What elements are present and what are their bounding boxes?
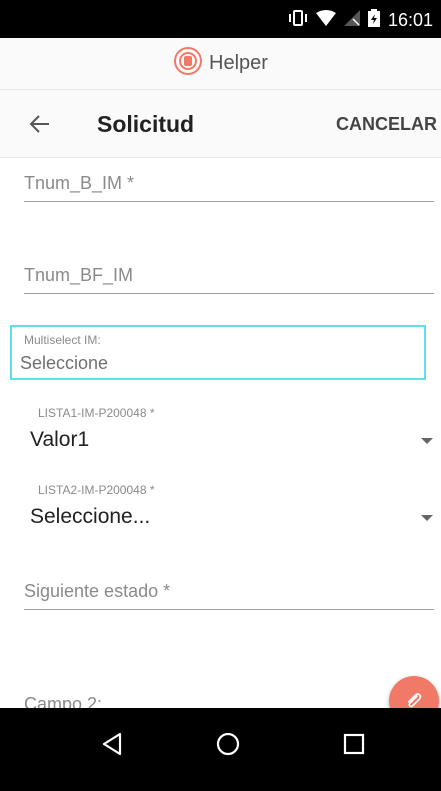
nav-recents-button[interactable] [334, 724, 374, 764]
nav-home-button[interactable] [208, 724, 248, 764]
lista2-label: LISTA2-IM-P200048 * [38, 483, 155, 497]
siguiente-estado-field[interactable]: Siguiente estado * [24, 566, 434, 610]
campo2-field[interactable]: Campo 2: [24, 678, 434, 708]
no-signal-icon [343, 10, 360, 31]
status-bar: 16:01 [0, 0, 441, 38]
tnum-b-placeholder: Tnum_B_IM * [24, 173, 135, 193]
nav-back-triangle-icon [102, 732, 122, 756]
multiselect-value: Seleccione [20, 353, 109, 373]
lista2-select[interactable]: LISTA2-IM-P200048 * Seleccione... [30, 483, 435, 541]
status-icons: 16:01 [288, 9, 433, 32]
multiselect-label: Multiselect IM: [24, 333, 101, 347]
multiselect-im-field[interactable]: Multiselect IM: Seleccione [10, 325, 426, 380]
app-header: Helper [0, 38, 441, 90]
dropdown-arrow-icon [421, 438, 433, 444]
navigation-bar [0, 708, 441, 791]
battery-charging-icon [367, 9, 380, 32]
lista1-label: LISTA1-IM-P200048 * [38, 406, 155, 420]
back-button[interactable] [24, 108, 56, 140]
tnum-b-field[interactable]: Tnum_B_IM * [24, 158, 434, 202]
page-title: Solicitud [97, 111, 195, 137]
form-content: Tnum_B_IM * Tnum_BF_IM Multiselect IM: S… [0, 158, 441, 708]
wifi-icon [315, 10, 336, 31]
lista2-value: Seleccione... [30, 505, 151, 528]
tnum-bf-field[interactable]: Tnum_BF_IM [24, 250, 434, 294]
tnum-bf-placeholder: Tnum_BF_IM [24, 265, 134, 285]
arrow-back-icon [29, 115, 49, 133]
status-time: 16:01 [387, 10, 433, 30]
nav-back-button[interactable] [92, 724, 132, 764]
toolbar: Solicitud CANCELAR [0, 90, 441, 158]
vibrate-icon [288, 9, 308, 32]
lista1-select[interactable]: LISTA1-IM-P200048 * Valor1 [30, 406, 435, 464]
helper-logo-icon [173, 46, 203, 81]
nav-recents-square-icon [343, 733, 365, 755]
dropdown-arrow-icon [421, 515, 433, 521]
campo2-placeholder: Campo 2: [24, 694, 103, 708]
app-title: Helper [209, 52, 268, 74]
lista1-value: Valor1 [30, 428, 90, 451]
nav-home-circle-icon [216, 732, 240, 756]
siguiente-estado-placeholder: Siguiente estado * [24, 581, 171, 601]
cancel-button[interactable]: CANCELAR [336, 114, 437, 135]
